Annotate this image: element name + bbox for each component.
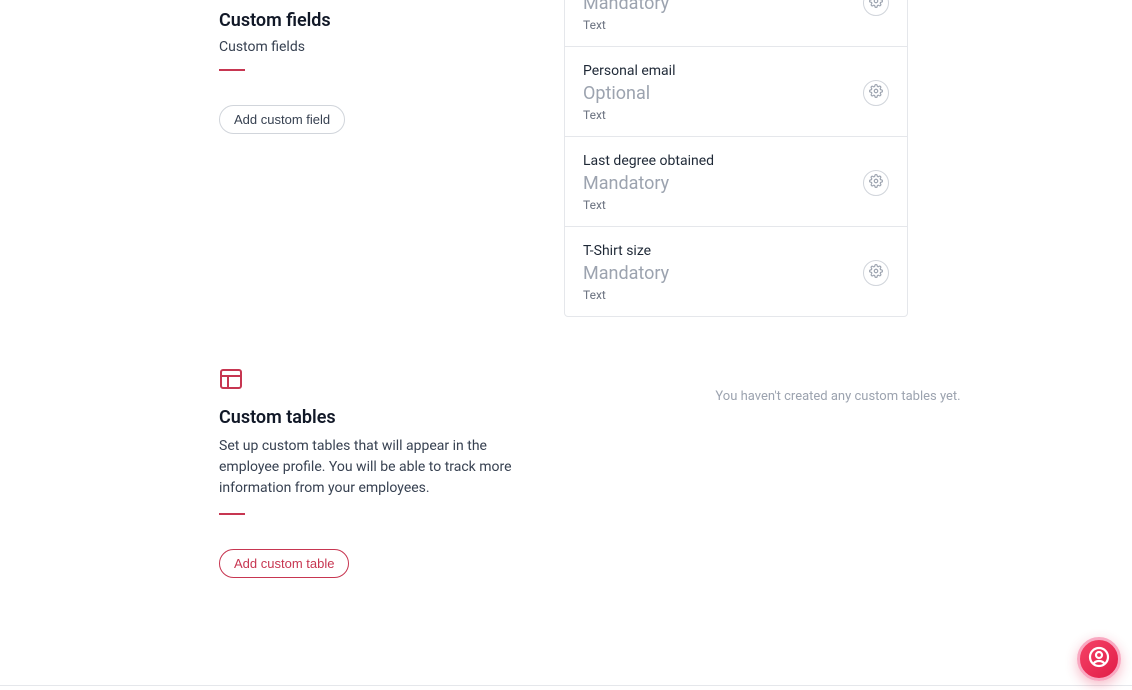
divider	[219, 513, 245, 515]
custom-tables-title: Custom tables	[219, 407, 564, 428]
gear-icon	[869, 0, 883, 12]
gear-icon	[869, 173, 883, 192]
field-requirement: Mandatory	[583, 0, 669, 14]
field-settings-button[interactable]	[863, 170, 889, 196]
add-custom-table-button[interactable]: Add custom table	[219, 549, 349, 578]
support-icon	[1087, 645, 1111, 673]
field-name: T-Shirt size	[583, 243, 669, 259]
field-settings-button[interactable]	[863, 0, 889, 16]
field-settings-button[interactable]	[863, 260, 889, 286]
custom-fields-subtitle: Custom fields	[219, 39, 564, 55]
support-fab-button[interactable]	[1077, 637, 1121, 681]
field-item: Last degree obtained Mandatory Text	[565, 137, 907, 227]
field-name: Personal email	[583, 63, 675, 79]
gear-icon	[869, 263, 883, 282]
field-type: Text	[583, 108, 675, 122]
field-item: Personal email Optional Text	[565, 47, 907, 137]
page-border	[0, 685, 1132, 686]
field-requirement: Mandatory	[583, 263, 669, 284]
field-type: Text	[583, 288, 669, 302]
field-item: Allergies Mandatory Text	[565, 0, 907, 47]
field-type: Text	[583, 18, 669, 32]
custom-fields-list: Allergies Mandatory Text Personal email …	[564, 0, 908, 317]
custom-tables-description: Set up custom tables that will appear in…	[219, 436, 519, 499]
field-name: Last degree obtained	[583, 153, 714, 169]
divider	[219, 69, 245, 71]
field-item: T-Shirt size Mandatory Text	[565, 227, 907, 316]
field-settings-button[interactable]	[863, 80, 889, 106]
table-icon	[219, 367, 564, 395]
add-custom-field-button[interactable]: Add custom field	[219, 105, 345, 134]
custom-tables-empty-message: You haven't created any custom tables ye…	[715, 389, 960, 404]
gear-icon	[869, 83, 883, 102]
custom-fields-title: Custom fields	[219, 10, 564, 31]
field-requirement: Optional	[583, 83, 675, 104]
field-requirement: Mandatory	[583, 173, 714, 194]
field-type: Text	[583, 198, 714, 212]
